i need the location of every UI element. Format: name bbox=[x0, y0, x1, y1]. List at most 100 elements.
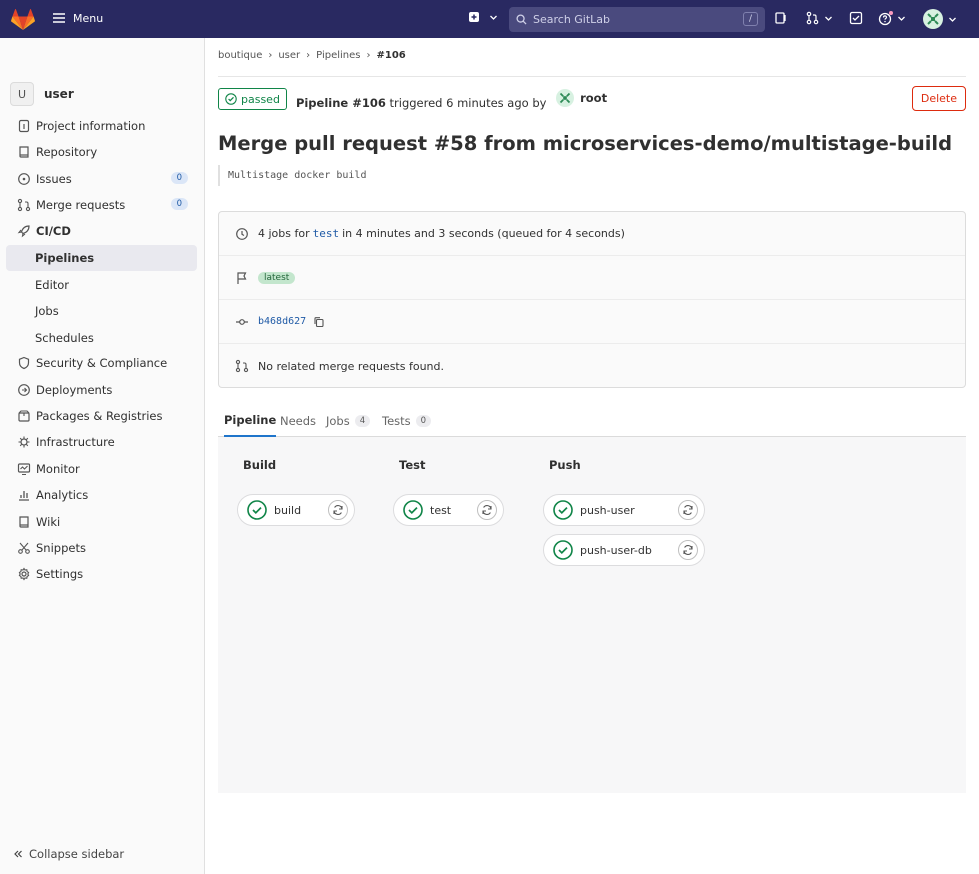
tab-tests[interactable]: Tests 0 bbox=[382, 404, 432, 437]
pipeline-info-box: 4 jobs for test in 4 minutes and 3 secon… bbox=[218, 211, 966, 388]
tab-label: Jobs bbox=[326, 413, 350, 428]
triggered-text: triggered 6 minutes ago by bbox=[389, 95, 547, 110]
tab-needs[interactable]: Needs bbox=[280, 404, 316, 437]
sidebar-item-label: Project information bbox=[36, 119, 146, 133]
delete-button[interactable]: Delete bbox=[911, 86, 966, 111]
chevron-down-icon bbox=[490, 15, 497, 20]
todos-icon[interactable] bbox=[849, 11, 863, 25]
sidebar-item-editor[interactable]: Editor bbox=[6, 272, 197, 298]
tab-jobs[interactable]: Jobs 4 bbox=[326, 404, 371, 437]
user-menu-dropdown[interactable] bbox=[923, 9, 957, 29]
sidebar-item-label: Analytics bbox=[36, 488, 89, 502]
merge-requests-count-badge: 0 bbox=[170, 198, 188, 210]
package-icon bbox=[18, 410, 30, 422]
check-circle-icon bbox=[225, 93, 237, 105]
breadcrumb-item[interactable]: boutique bbox=[218, 50, 262, 61]
menu-button[interactable]: Menu bbox=[52, 11, 103, 25]
sidebar-item-security-compliance[interactable]: Security & Compliance bbox=[6, 350, 197, 376]
sidebar-project-header[interactable]: U user bbox=[10, 82, 74, 106]
copy-icon[interactable] bbox=[313, 316, 325, 328]
sidebar-item-merge-requests[interactable]: Merge requests 0 bbox=[6, 192, 197, 218]
sidebar-item-repository[interactable]: Repository bbox=[6, 139, 197, 165]
tests-count-badge: 0 bbox=[415, 414, 432, 427]
breadcrumb-separator: › bbox=[366, 50, 371, 61]
sidebar-item-settings[interactable]: Settings bbox=[6, 561, 197, 587]
retry-button[interactable] bbox=[477, 500, 497, 520]
retry-button[interactable] bbox=[678, 500, 698, 520]
tab-label: Pipeline bbox=[224, 412, 277, 427]
sidebar-item-label: Issues bbox=[36, 172, 72, 186]
success-status-icon bbox=[403, 500, 423, 520]
merge-request-icon bbox=[235, 359, 249, 373]
breadcrumb-current[interactable]: #106 bbox=[377, 50, 406, 61]
clock-icon bbox=[236, 227, 248, 240]
sidebar-item-pipelines[interactable]: Pipelines bbox=[6, 245, 197, 271]
tags-row: latest bbox=[219, 256, 965, 300]
commit-sha-link[interactable]: b468d627 bbox=[258, 316, 306, 327]
sidebar-item-cicd[interactable]: CI/CD bbox=[6, 218, 197, 244]
sidebar-item-project-information[interactable]: Project information bbox=[6, 113, 197, 139]
success-status-icon bbox=[553, 540, 573, 560]
collapse-sidebar-button[interactable]: Collapse sidebar bbox=[13, 847, 124, 861]
shield-icon bbox=[18, 356, 30, 370]
sidebar-item-label: Settings bbox=[36, 567, 84, 581]
sidebar-item-monitor[interactable]: Monitor bbox=[6, 456, 197, 482]
ref-link[interactable]: test bbox=[313, 227, 340, 240]
sidebar-item-label: Jobs bbox=[35, 304, 59, 318]
tab-pipeline[interactable]: Pipeline bbox=[224, 404, 277, 437]
search-shortcut-hint: / bbox=[743, 12, 758, 26]
success-status-icon bbox=[553, 500, 573, 520]
pipeline-id: Pipeline #106 bbox=[295, 95, 386, 110]
project-info-icon bbox=[18, 119, 30, 133]
retry-icon bbox=[333, 505, 343, 515]
sidebar-item-wiki[interactable]: Wiki bbox=[6, 509, 197, 535]
tab-label: Tests bbox=[382, 413, 411, 428]
merge-requests-dropdown[interactable] bbox=[806, 11, 833, 25]
retry-icon bbox=[683, 545, 693, 555]
breadcrumb-item[interactable]: Pipelines bbox=[316, 50, 360, 61]
sidebar-item-label: Pipelines bbox=[35, 251, 95, 265]
user-avatar-icon bbox=[923, 9, 943, 29]
jobs-count-badge: 4 bbox=[354, 414, 371, 427]
retry-icon bbox=[482, 505, 492, 515]
hamburger-icon bbox=[53, 13, 65, 23]
flag-icon bbox=[237, 271, 247, 284]
retry-button[interactable] bbox=[678, 540, 698, 560]
sidebar-item-packages-registries[interactable]: Packages & Registries bbox=[6, 403, 197, 429]
pipeline-graph: Build Test Push build test push-user pus… bbox=[218, 437, 966, 793]
sidebar-item-label: Infrastructure bbox=[36, 435, 115, 449]
jobs-summary-prefix: 4 jobs for bbox=[258, 227, 310, 240]
breadcrumb-item[interactable]: user bbox=[278, 50, 300, 61]
status-label: passed bbox=[241, 92, 280, 106]
gitlab-logo[interactable] bbox=[11, 9, 35, 31]
sidebar-item-label: Repository bbox=[36, 145, 98, 159]
chevron-down-icon bbox=[825, 16, 832, 21]
deployments-icon bbox=[18, 384, 30, 396]
sidebar-item-deployments[interactable]: Deployments bbox=[6, 377, 197, 403]
retry-button[interactable] bbox=[328, 500, 348, 520]
sidebar-item-analytics[interactable]: Analytics bbox=[6, 482, 197, 508]
job-push-user[interactable]: push-user bbox=[543, 494, 705, 526]
job-build[interactable]: build bbox=[237, 494, 355, 526]
search-input[interactable]: Search GitLab / bbox=[509, 7, 765, 32]
sidebar-item-schedules[interactable]: Schedules bbox=[6, 325, 197, 351]
merge-request-icon bbox=[806, 11, 819, 25]
sidebar-item-issues[interactable]: Issues 0 bbox=[6, 166, 197, 192]
chart-icon bbox=[19, 491, 29, 501]
sidebar-item-infrastructure[interactable]: Infrastructure bbox=[6, 429, 197, 455]
settings-gear-icon bbox=[18, 567, 30, 581]
plus-square-icon bbox=[469, 12, 479, 22]
book-icon bbox=[19, 516, 29, 528]
help-dropdown[interactable] bbox=[878, 11, 906, 26]
job-test[interactable]: test bbox=[393, 494, 504, 526]
issues-icon[interactable] bbox=[774, 11, 788, 25]
trigger-user[interactable]: root bbox=[556, 88, 607, 107]
divider bbox=[218, 76, 966, 77]
jobs-summary-row: 4 jobs for test in 4 minutes and 3 secon… bbox=[219, 212, 965, 256]
retry-icon bbox=[683, 505, 693, 515]
job-push-user-db[interactable]: push-user-db bbox=[543, 534, 705, 566]
sidebar-item-snippets[interactable]: Snippets bbox=[6, 535, 197, 561]
new-dropdown-button[interactable] bbox=[468, 11, 498, 23]
status-badge[interactable]: passed bbox=[218, 88, 287, 110]
sidebar-item-jobs[interactable]: Jobs bbox=[6, 298, 197, 324]
